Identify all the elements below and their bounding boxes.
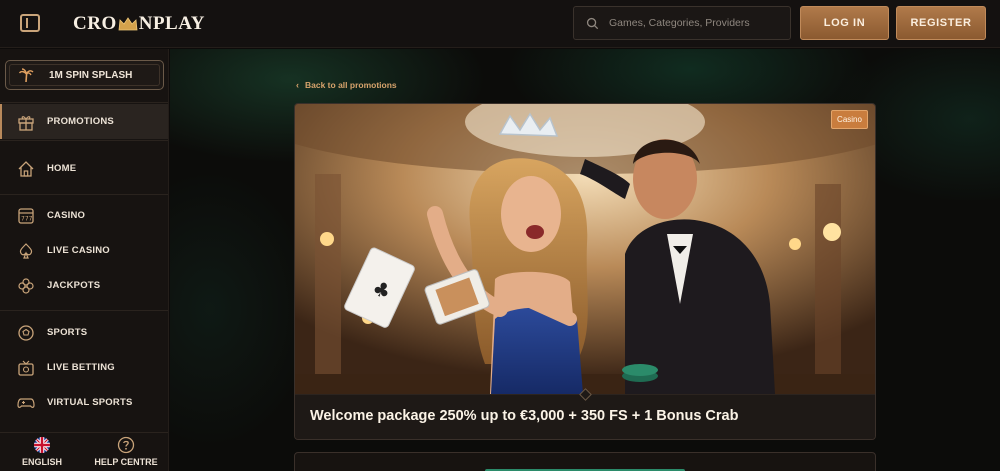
sidebar-item-casino[interactable]: 777 CASINO — [0, 198, 168, 233]
sidebar-item-label: LIVE CASINO — [47, 245, 110, 256]
back-to-promotions-link[interactable]: ‹ Back to all promotions — [296, 80, 397, 90]
language-selector[interactable]: ENGLISH — [17, 436, 67, 471]
live-betting-icon — [18, 360, 34, 376]
sidebar-item-sports[interactable]: SPORTS — [0, 315, 168, 350]
clover-icon — [18, 277, 34, 294]
sidebar-item-label: JACKPOTS — [47, 280, 101, 291]
search-icon — [586, 17, 599, 29]
sidebar-divider — [0, 432, 168, 433]
register-button[interactable]: REGISTER — [896, 6, 986, 40]
slot-machine-icon: 777 — [18, 207, 34, 224]
spade-icon — [19, 242, 33, 259]
sidebar-item-promotions[interactable]: PROMOTIONS — [0, 104, 168, 139]
sidebar-item-live-betting[interactable]: LIVE BETTING — [0, 350, 168, 385]
logo-text-right: NPLAY — [138, 13, 205, 34]
sidebar-toggle-icon[interactable] — [20, 14, 40, 32]
sidebar-divider — [0, 102, 168, 103]
uk-flag-icon — [34, 437, 50, 453]
promotion-details-card — [294, 452, 876, 471]
sidebar-divider — [0, 140, 168, 141]
top-header: CRO NPLAY LOG IN REGISTER — [0, 0, 1000, 48]
sidebar-item-label: HOME — [47, 163, 77, 174]
sidebar-item-label: PROMOTIONS — [47, 116, 114, 127]
login-button[interactable]: LOG IN — [800, 6, 889, 40]
sidebar-item-home[interactable]: HOME — [0, 151, 168, 186]
back-link-label: Back to all promotions — [305, 80, 397, 90]
help-centre-label: HELP CENTRE — [94, 457, 158, 467]
search-input[interactable] — [609, 17, 779, 29]
promotion-card[interactable]: ♣ Welcome package 250% up to €3,000 + 35… — [294, 103, 876, 440]
crownplay-logo[interactable]: CRO NPLAY — [73, 12, 205, 36]
language-label: ENGLISH — [21, 457, 62, 467]
gift-icon — [18, 115, 34, 131]
soccer-ball-icon — [18, 324, 34, 341]
spin-splash-promo-button[interactable]: 1M SPIN SPLASH — [5, 60, 164, 90]
home-icon — [18, 160, 34, 177]
search-box[interactable] — [573, 6, 791, 40]
sidebar-item-live-casino[interactable]: LIVE CASINO — [0, 233, 168, 268]
gamepad-icon — [17, 397, 35, 408]
category-badge: Casino — [831, 110, 868, 129]
svg-text:777: 777 — [21, 215, 33, 222]
logo-text-left: CRO — [73, 13, 117, 34]
help-icon — [117, 436, 135, 454]
sidebar-item-jackpots[interactable]: JACKPOTS — [0, 268, 168, 303]
casino-scene-illustration: ♣ — [295, 104, 875, 394]
promotion-title-bar: Welcome package 250% up to €3,000 + 350 … — [295, 388, 875, 439]
sidebar-item-label: VIRTUAL SPORTS — [47, 397, 133, 408]
sidebar-item-virtual-sports[interactable]: VIRTUAL SPORTS — [0, 385, 168, 420]
sidebar: 1M SPIN SPLASH PROMOTIONS HOME 777 CASIN… — [0, 49, 169, 471]
promotion-title: Welcome package 250% up to €3,000 + 350 … — [310, 408, 739, 424]
promotion-hero-image: ♣ — [295, 104, 875, 394]
sidebar-divider — [0, 194, 168, 195]
chevron-left-icon: ‹ — [296, 80, 299, 90]
sidebar-divider — [0, 310, 168, 311]
sidebar-item-label: LIVE BETTING — [47, 362, 115, 373]
sidebar-item-label: CASINO — [47, 210, 86, 221]
crown-icon — [118, 17, 138, 31]
spin-splash-label: 1M SPIN SPLASH — [49, 69, 133, 81]
palm-tree-icon — [18, 68, 34, 83]
help-centre-button[interactable]: HELP CENTRE — [92, 436, 160, 471]
sidebar-item-label: SPORTS — [47, 327, 88, 338]
